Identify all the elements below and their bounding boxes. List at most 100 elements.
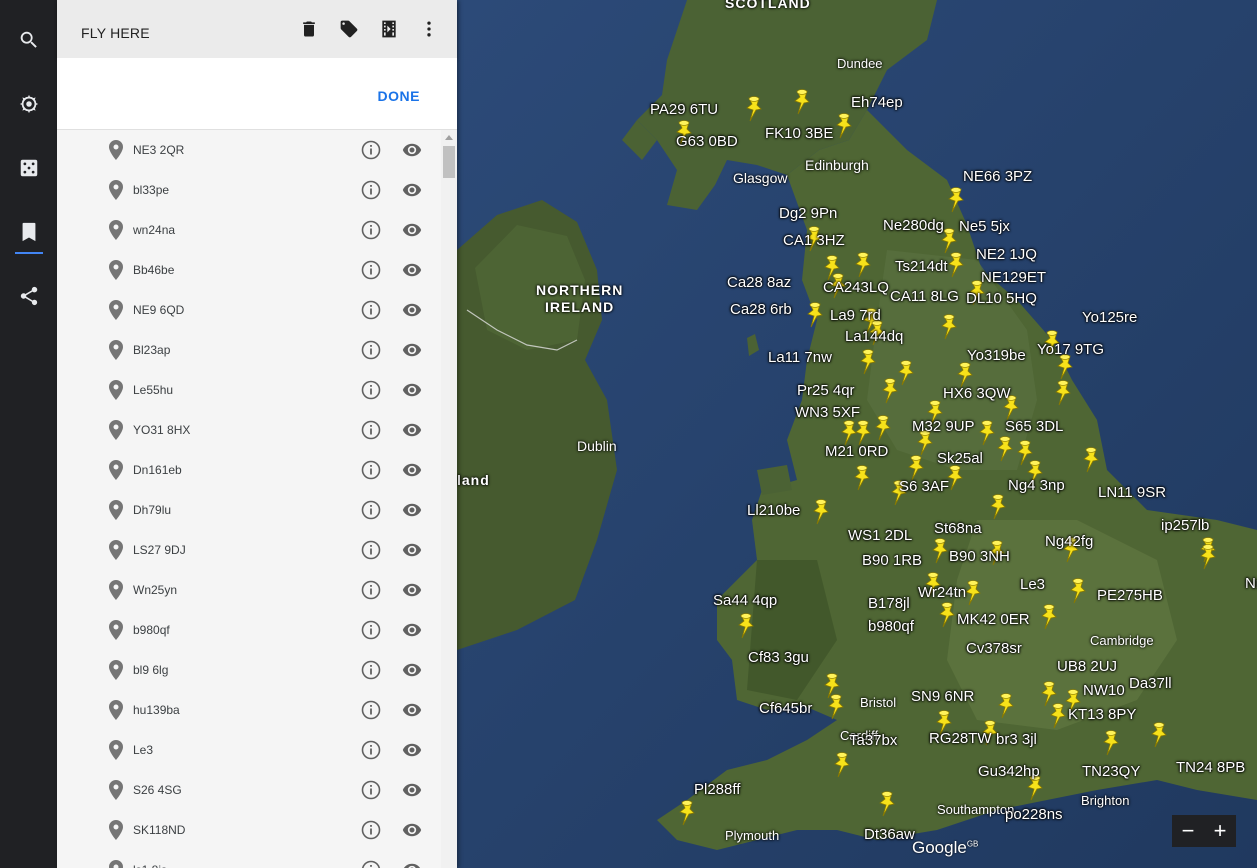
pushpin-icon[interactable] [990,494,1008,520]
placemark-map-label[interactable]: KT13 8PY [1068,706,1136,723]
visibility-icon[interactable] [401,140,423,160]
visibility-icon[interactable] [401,340,423,360]
placemark-label[interactable]: Wn25yn [133,583,177,597]
visibility-icon[interactable] [401,540,423,560]
info-icon[interactable] [361,780,381,800]
placemark-map-label[interactable]: Cf83 3gu [748,649,809,666]
list-item[interactable]: wn24na [57,210,441,250]
placemark-label[interactable]: NE3 2QR [133,143,184,157]
list-item[interactable]: Dh79lu [57,490,441,530]
placemark-map-label[interactable]: Ng4 3np [1008,477,1065,494]
placemark-map-label[interactable]: Ca28 8az [727,274,791,291]
info-icon[interactable] [361,460,381,480]
pushpin-icon[interactable] [813,499,831,525]
placemark-map-label[interactable]: PE275HB [1097,587,1163,604]
info-icon[interactable] [361,500,381,520]
pushpin-icon[interactable] [948,187,966,213]
placemark-map-label[interactable]: Dg2 9Pn [779,205,837,222]
zoom-out-button[interactable]: − [1172,815,1204,847]
placemark-map-label[interactable]: PA29 6TU [650,101,718,118]
info-icon[interactable] [361,860,381,868]
pushpin-icon[interactable] [939,602,957,628]
placemark-map-label[interactable]: NE66 3PZ [963,168,1032,185]
placemark-map-label[interactable]: NE2 1JQ [976,246,1037,263]
placemark-map-label[interactable]: Sa44 4qp [713,592,777,609]
visibility-icon[interactable] [401,180,423,200]
placemark-map-label[interactable]: DL10 5HQ [966,290,1037,307]
info-icon[interactable] [361,220,381,240]
placemark-map-label[interactable]: br3 3jl [996,731,1037,748]
placemark-label[interactable]: bl33pe [133,183,169,197]
placemark-label[interactable]: SK118ND [133,823,185,837]
placemark-map-label[interactable]: Sk25al [937,450,983,467]
placemark-map-label[interactable]: Pl288ff [694,781,740,798]
placemark-map-label[interactable]: St68na [934,520,982,537]
placemark-label[interactable]: bl9 6lg [133,663,168,677]
pushpin-icon[interactable] [875,415,893,441]
done-button[interactable]: DONE [378,88,420,104]
list-item[interactable]: LS27 9DJ [57,530,441,570]
pushpin-icon[interactable] [836,113,854,139]
info-icon[interactable] [361,660,381,680]
placemark-label[interactable]: Dn161eb [133,463,182,477]
placemark-map-label[interactable]: HX6 3QW [943,385,1011,402]
placemark-label[interactable]: wn24na [133,223,175,237]
info-icon[interactable] [361,340,381,360]
map-view[interactable]: SCOTLAND Dundee Edinburgh Glasgow NORTHERN IR… [457,0,1257,868]
placemark-label[interactable]: Le55hu [133,383,173,397]
visibility-icon[interactable] [401,620,423,640]
pushpin-icon[interactable] [1055,380,1073,406]
scroll-thumb[interactable] [443,146,455,178]
pushpin-icon[interactable] [746,96,764,122]
list-item[interactable]: b980qf [57,610,441,650]
pushpin-icon[interactable] [997,436,1015,462]
placemark-label[interactable]: b980qf [133,623,170,637]
placemark-map-label[interactable]: Ca28 6rb [730,301,792,318]
placemark-map-label[interactable]: B90 3NH [949,548,1010,565]
pushpin-icon[interactable] [860,349,878,375]
placemark-map-label[interactable]: TN24 8PB [1176,759,1245,776]
placemark-map-label[interactable]: Ll210be [747,502,800,519]
placemark-map-label[interactable]: ip257lb [1161,517,1209,534]
pushpin-icon[interactable] [1070,578,1088,604]
visibility-icon[interactable] [401,460,423,480]
pushpin-icon[interactable] [932,538,950,564]
placemark-map-label[interactable]: b980qf [868,618,914,635]
placemark-label[interactable]: ls1 8js [133,863,167,868]
visibility-icon[interactable] [401,260,423,280]
list-item[interactable]: ls1 8js [57,850,441,868]
placemark-map-label[interactable]: Ts214dt [895,258,948,275]
info-icon[interactable] [361,140,381,160]
placemark-map-label[interactable]: La11 7nw [768,349,832,366]
placemark-map-label[interactable]: WS1 2DL [848,527,912,544]
placemark-map-label[interactable]: NW10 [1083,682,1125,699]
placemark-map-label[interactable]: CA11 8LG [890,288,959,305]
visibility-icon[interactable] [401,780,423,800]
list-item[interactable]: NE3 2QR [57,130,441,170]
placemark-map-label[interactable]: B178jl [868,595,910,612]
placemark-map-label[interactable]: La9 7rd [830,307,881,324]
info-icon[interactable] [361,260,381,280]
placemark-map-label[interactable]: CA243LQ [823,279,889,296]
more-options-button[interactable] [417,19,441,43]
info-icon[interactable] [361,380,381,400]
placemark-map-label[interactable]: Ne280dg [883,217,944,234]
placemark-map-label[interactable]: Cf645br [759,700,812,717]
share-button[interactable] [0,276,57,320]
placemark-map-label[interactable]: Le3 [1020,576,1045,593]
info-icon[interactable] [361,180,381,200]
visibility-icon[interactable] [401,740,423,760]
present-button[interactable] [377,19,401,43]
visibility-icon[interactable] [401,580,423,600]
placemark-map-label[interactable]: Ne5 5jx [959,218,1010,235]
pushpin-icon[interactable] [834,752,852,778]
tag-button[interactable] [337,19,361,43]
list-item[interactable]: Wn25yn [57,570,441,610]
placemark-map-label[interactable]: Pr25 4qr [797,382,855,399]
pushpin-icon[interactable] [948,252,966,278]
placemark-map-label[interactable]: G63 0BD [676,133,738,150]
placemark-map-label[interactable]: Cv378sr [966,640,1022,657]
list-item[interactable]: Le3 [57,730,441,770]
placemark-map-label[interactable]: UB8 2UJ [1057,658,1117,675]
list-item[interactable]: SK118ND [57,810,441,850]
